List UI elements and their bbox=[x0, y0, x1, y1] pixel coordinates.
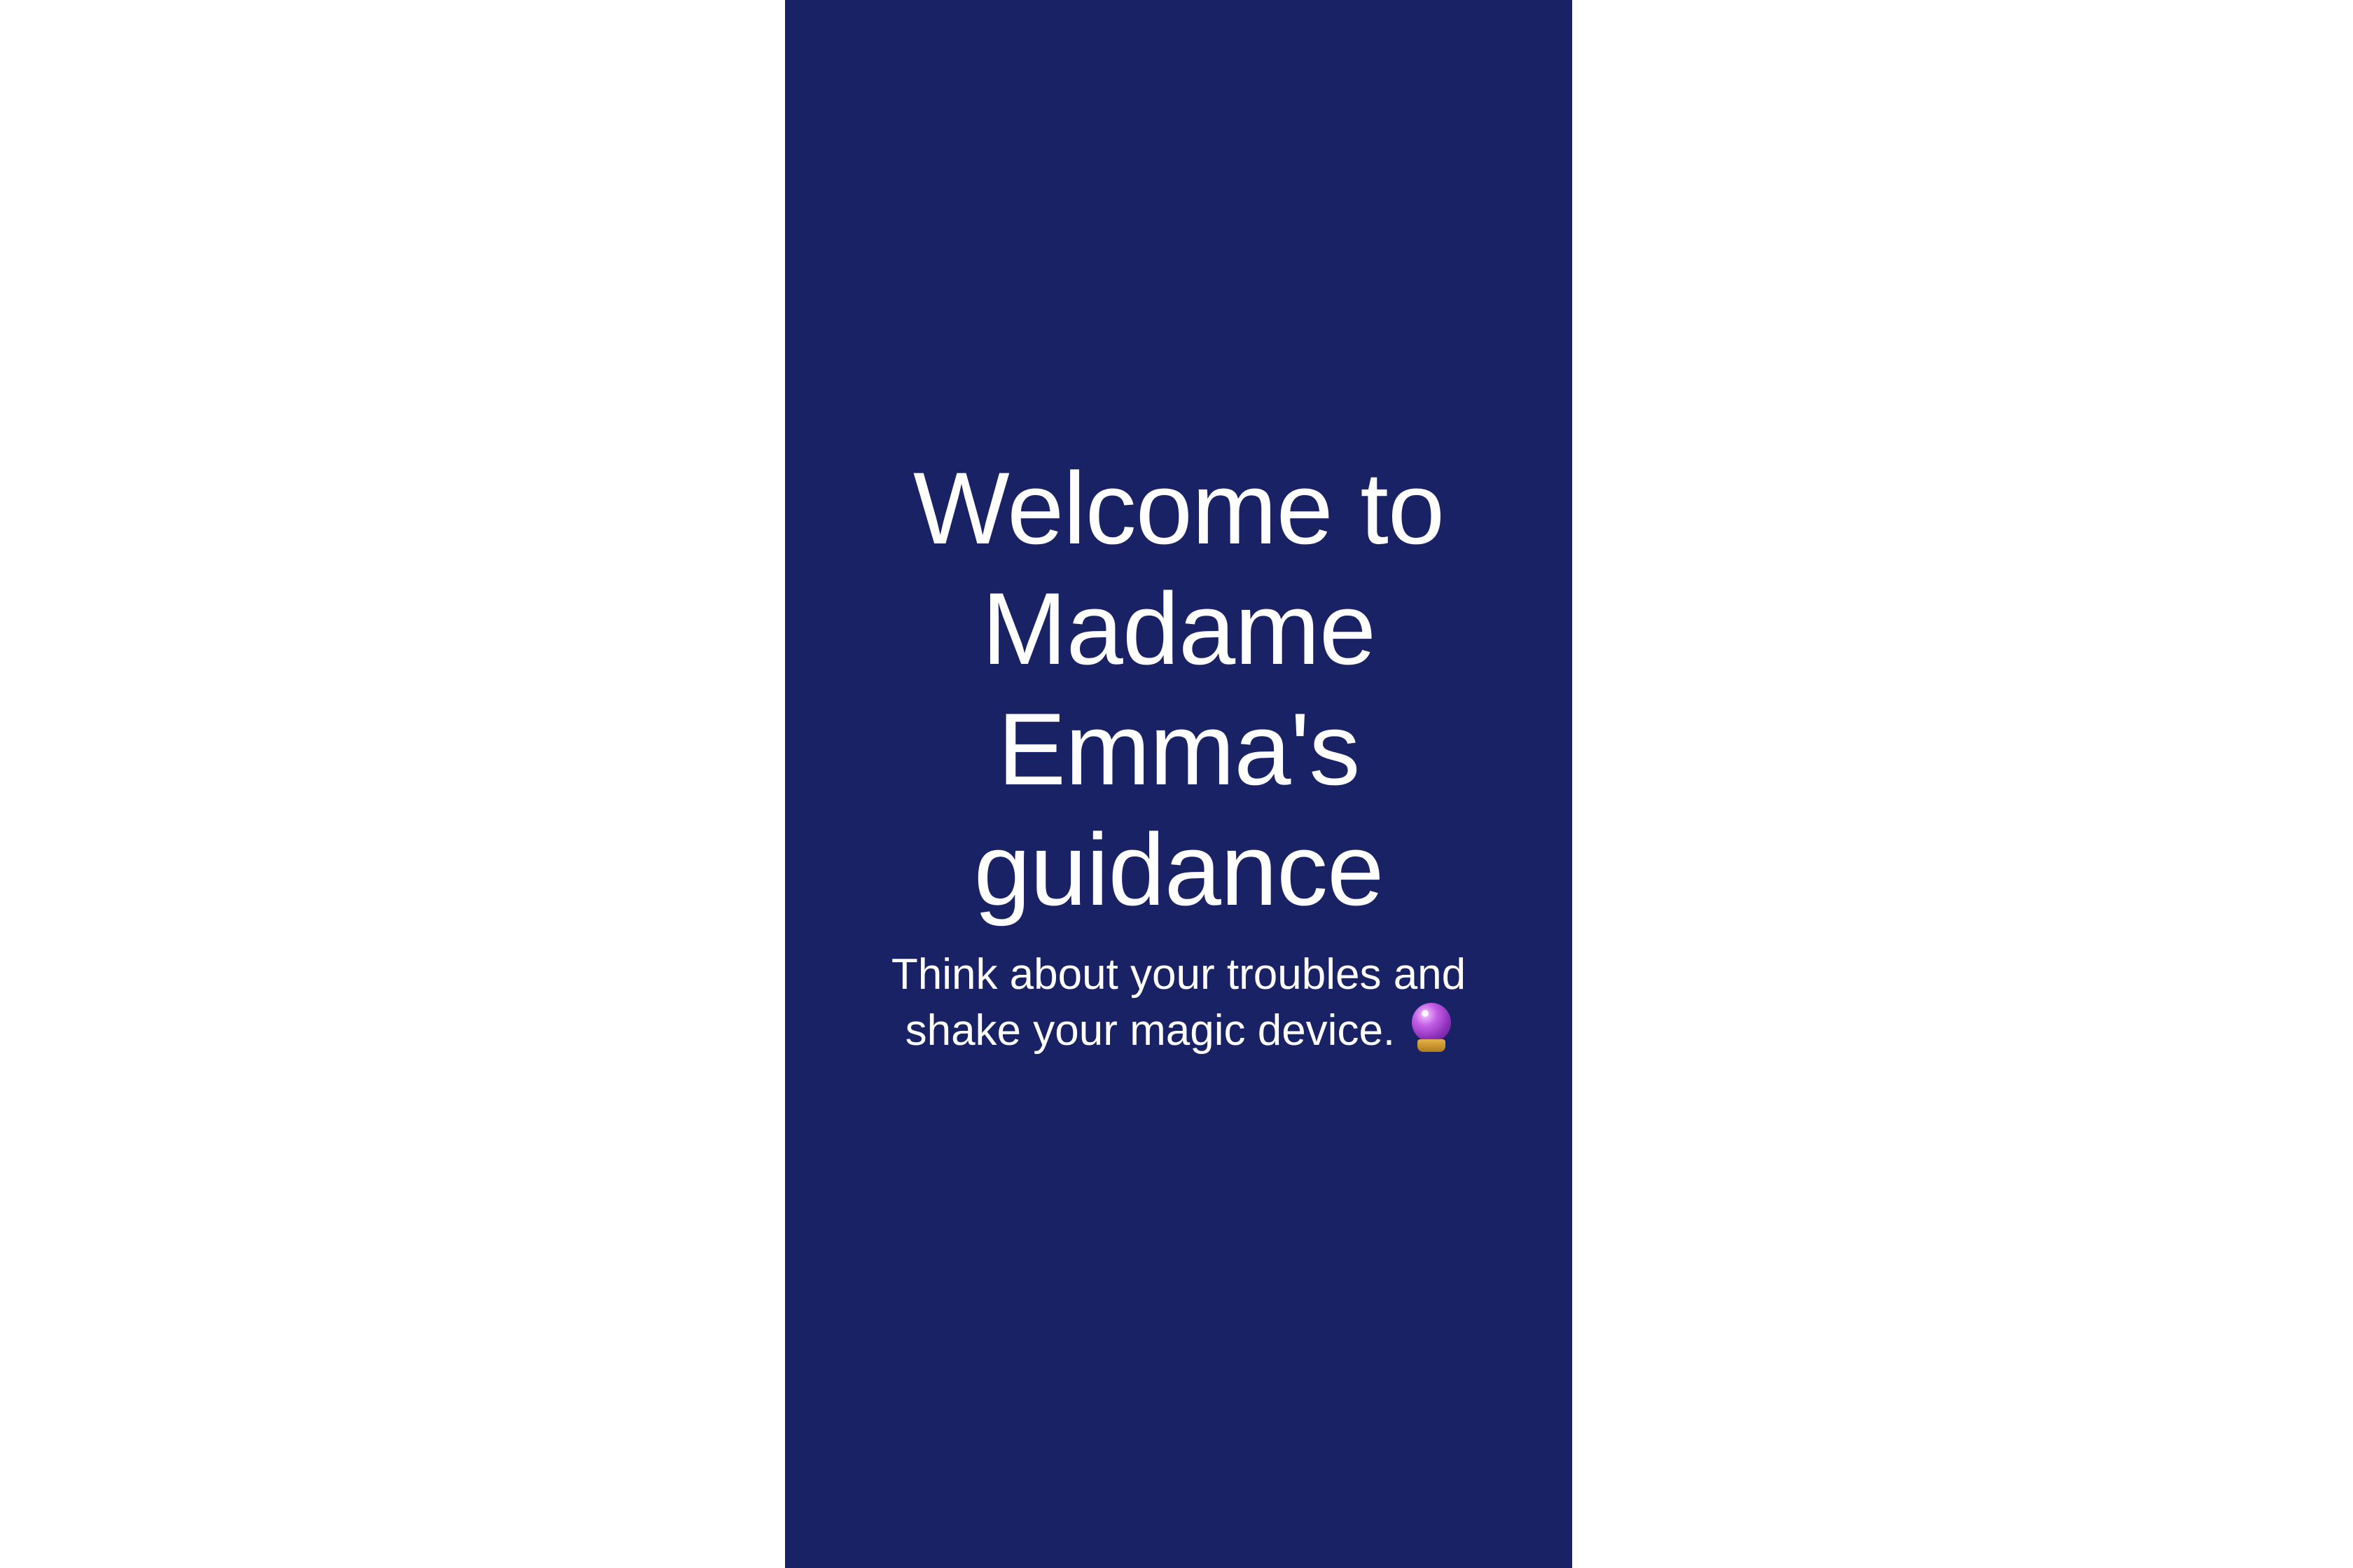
welcome-content: Welcome to Madame Emma's guidance Think … bbox=[785, 448, 1572, 1059]
welcome-title: Welcome to Madame Emma's guidance bbox=[912, 451, 1445, 927]
welcome-subtitle: Think about your troubles and shake your… bbox=[863, 947, 1494, 1059]
page: Welcome to Madame Emma's guidance Think … bbox=[0, 0, 2353, 1568]
app-screen: Welcome to Madame Emma's guidance Think … bbox=[785, 0, 1572, 1568]
crystal-ball-icon bbox=[1411, 1003, 1452, 1053]
welcome-subtitle-text: Think about your troubles and shake your… bbox=[891, 950, 1466, 1055]
